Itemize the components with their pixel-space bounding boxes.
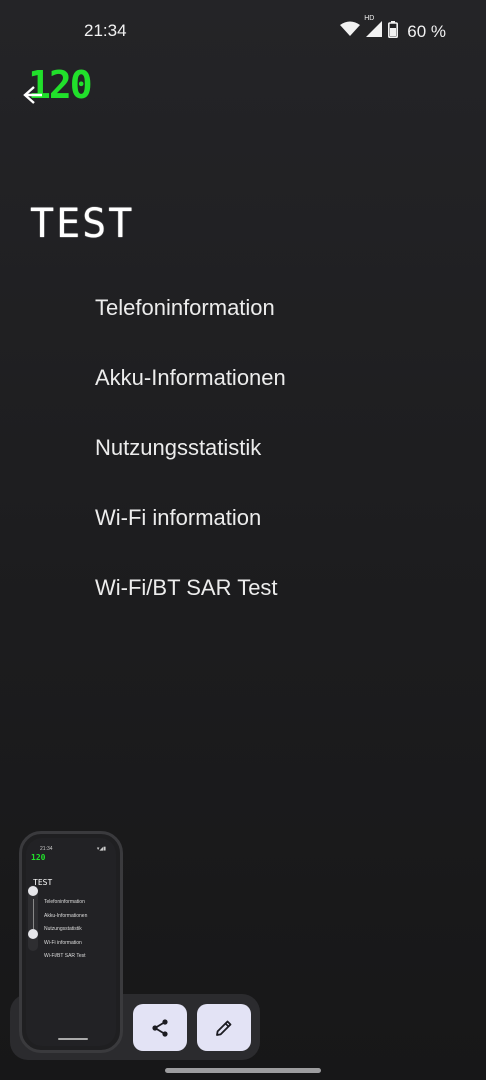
menu-item-wifi-bt-sar-test[interactable]: Wi-Fi/BT SAR Test xyxy=(95,553,455,623)
test-menu-list: Telefoninformation Akku-Informationen Nu… xyxy=(95,273,455,623)
thumbnail-menu-item: Telefoninformation xyxy=(44,899,85,905)
pencil-icon xyxy=(216,1020,232,1036)
menu-item-akku-informationen[interactable]: Akku-Informationen xyxy=(95,343,455,413)
wifi-icon xyxy=(340,21,361,42)
page-title-text: TEST xyxy=(30,201,135,247)
thumbnail-volume-slider xyxy=(28,885,38,951)
thumbnail-fps: 120 xyxy=(31,853,46,862)
back-arrow-icon xyxy=(23,86,42,104)
edit-button[interactable] xyxy=(197,1004,251,1051)
thumbnail-time: 21:34 xyxy=(40,846,53,852)
battery-percent: 60 % xyxy=(407,21,446,41)
network-type-label: HD xyxy=(364,15,375,22)
thumbnail-menu-item: Nutzungsstatistik xyxy=(44,926,82,933)
status-time: 21:34 xyxy=(84,21,127,40)
thumbnail-menu-item: Wi-Fi/BT SAR Test xyxy=(44,953,86,960)
menu-item-telefoninformation[interactable]: Telefoninformation xyxy=(95,273,455,343)
back-button[interactable] xyxy=(20,84,44,106)
thumbnail-menu: Telefoninformation Akku-Informationen Nu… xyxy=(44,896,87,964)
home-indicator[interactable] xyxy=(165,1068,321,1073)
thumbnail-slider-bottom-knob xyxy=(28,929,38,939)
status-icons: HD 60 % xyxy=(340,15,446,43)
menu-item-nutzungsstatistik[interactable]: Nutzungsstatistik xyxy=(95,413,455,483)
cell-signal-icon: HD xyxy=(364,15,383,43)
thumbnail-home-indicator xyxy=(58,1038,88,1040)
page-title: TEST xyxy=(30,201,134,247)
screenshot-thumbnail[interactable]: 21:34 ▾◢▮ 120 TEST Telefoninformation Ak… xyxy=(19,831,123,1053)
thumbnail-menu-item: Wi-Fi information xyxy=(44,939,82,946)
thumbnail-status-icons: ▾◢▮ xyxy=(96,846,106,852)
thumbnail-slider-top-knob xyxy=(28,886,38,896)
share-button[interactable] xyxy=(133,1004,187,1051)
menu-item-wifi-information[interactable]: Wi-Fi information xyxy=(95,483,455,553)
battery-icon xyxy=(388,20,399,43)
status-bar: 21:34 HD 60 % xyxy=(0,0,486,62)
share-icon xyxy=(152,1018,168,1037)
thumbnail-menu-item: Akku-Informationen xyxy=(44,912,88,919)
